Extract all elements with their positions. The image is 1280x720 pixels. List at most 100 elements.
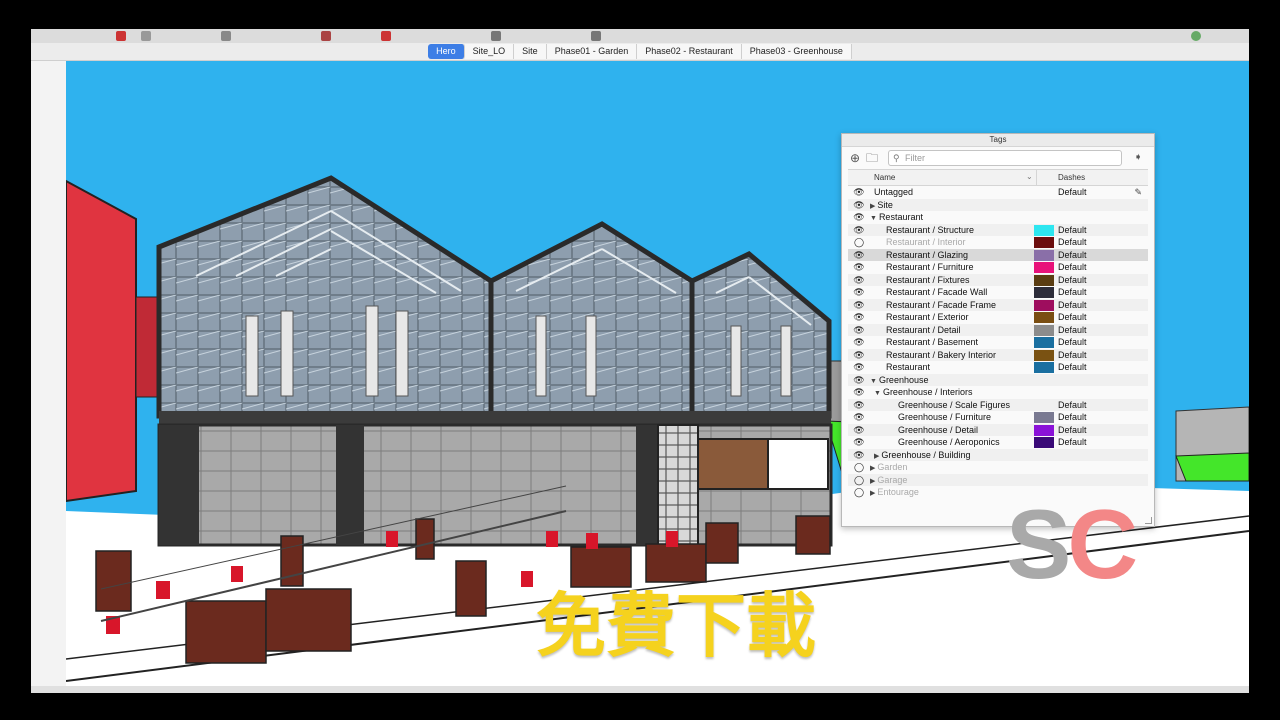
tag-color-swatch[interactable] bbox=[1034, 337, 1054, 348]
eye-closed-icon[interactable]: ◯ bbox=[853, 461, 865, 474]
eye-icon[interactable]: 👁 bbox=[853, 199, 865, 212]
tag-row[interactable]: 👁 ▼ Greenhouse / Interiors bbox=[848, 386, 1148, 399]
tag-color-swatch[interactable] bbox=[1034, 324, 1054, 336]
eye-icon[interactable]: 👁 bbox=[853, 299, 865, 312]
eye-icon[interactable]: 👁 bbox=[853, 374, 865, 387]
eye-closed-icon[interactable]: ◯ bbox=[853, 236, 865, 249]
tag-dash-style[interactable]: Default bbox=[1058, 361, 1087, 374]
eye-icon[interactable]: 👁 bbox=[853, 349, 865, 362]
collapsed-triangle-icon[interactable]: ▶ bbox=[874, 453, 879, 460]
tag-row[interactable]: 👁 Restaurant / Structure Default bbox=[848, 223, 1148, 237]
eye-icon[interactable]: 👁 bbox=[853, 361, 865, 374]
toolbar-button[interactable] bbox=[321, 31, 331, 41]
tag-dash-style[interactable]: Default bbox=[1058, 299, 1087, 312]
tag-dash-style[interactable]: Default bbox=[1058, 324, 1087, 337]
tag-color-swatch[interactable] bbox=[1034, 237, 1054, 248]
add-folder-icon[interactable]: 🗀 bbox=[866, 151, 878, 165]
eye-icon[interactable]: 👁 bbox=[853, 261, 865, 274]
collapsed-triangle-icon[interactable]: ▶ bbox=[870, 490, 875, 497]
tag-row[interactable]: ◯ Restaurant / Interior Default bbox=[848, 236, 1148, 249]
tag-row[interactable]: 👁 ▶ Greenhouse / Building bbox=[848, 448, 1148, 462]
scene-tab-site[interactable]: Site bbox=[514, 44, 547, 59]
toolbar-button[interactable] bbox=[1191, 31, 1201, 41]
filter-input[interactable]: ⚲ Filter bbox=[888, 150, 1122, 166]
pencil-icon[interactable]: ✎ bbox=[1134, 186, 1142, 199]
toolbar-button[interactable] bbox=[491, 31, 501, 41]
tag-row[interactable]: 👁 ▼ Restaurant bbox=[848, 211, 1148, 224]
tag-dash-style[interactable]: Default bbox=[1058, 336, 1087, 349]
tag-dash-style[interactable]: Default bbox=[1058, 399, 1087, 412]
tag-dash-style[interactable]: Default bbox=[1058, 274, 1087, 287]
tag-dash-style[interactable]: Default bbox=[1058, 411, 1087, 424]
scene-tab-phase02-restaurant[interactable]: Phase02 - Restaurant bbox=[637, 44, 742, 59]
eye-icon[interactable]: 👁 bbox=[853, 424, 865, 437]
eye-icon[interactable]: 👁 bbox=[853, 274, 865, 287]
tag-dash-style[interactable]: Default bbox=[1058, 186, 1087, 199]
eye-icon[interactable]: 👁 bbox=[853, 286, 865, 299]
column-dashes[interactable]: Dashes bbox=[1058, 173, 1085, 182]
tag-dash-style[interactable]: Default bbox=[1058, 424, 1087, 437]
resize-grip[interactable] bbox=[1145, 517, 1152, 524]
column-name[interactable]: Name bbox=[874, 173, 895, 182]
details-arrow-icon[interactable]: ➧ bbox=[1134, 151, 1142, 165]
toolbar-button[interactable] bbox=[221, 31, 231, 41]
tag-color-swatch[interactable] bbox=[1034, 424, 1054, 436]
scene-tab-hero[interactable]: Hero bbox=[428, 44, 465, 59]
tag-row[interactable]: 👁 Restaurant / Glazing Default bbox=[848, 248, 1148, 262]
tag-row[interactable]: 👁 Greenhouse / Furniture Default bbox=[848, 411, 1148, 424]
tag-dash-style[interactable]: Default bbox=[1058, 261, 1087, 274]
chevron-down-icon[interactable]: ⌄ bbox=[1026, 172, 1033, 181]
eye-icon[interactable]: 👁 bbox=[853, 311, 865, 324]
tag-row[interactable]: 👁 Untagged Default ✎ bbox=[848, 186, 1148, 199]
tag-row[interactable]: 👁 Restaurant / Furniture Default bbox=[848, 261, 1148, 274]
tag-dash-style[interactable]: Default bbox=[1058, 236, 1087, 249]
eye-icon[interactable]: 👁 bbox=[853, 411, 865, 424]
eye-closed-icon[interactable]: ◯ bbox=[853, 474, 865, 487]
tag-color-swatch[interactable] bbox=[1034, 362, 1054, 373]
tag-dash-style[interactable]: Default bbox=[1058, 311, 1087, 324]
tag-color-swatch[interactable] bbox=[1034, 412, 1054, 423]
toolbar-button[interactable] bbox=[141, 31, 151, 41]
tag-row[interactable]: 👁 Restaurant / Bakery Interior Default bbox=[848, 348, 1148, 362]
eye-icon[interactable]: 👁 bbox=[853, 436, 865, 449]
expanded-triangle-icon[interactable]: ▼ bbox=[870, 378, 877, 385]
collapsed-triangle-icon[interactable]: ▶ bbox=[870, 478, 875, 485]
tag-row[interactable]: ◯ ▶ Garage bbox=[848, 473, 1148, 487]
scene-tab-phase01-garden[interactable]: Phase01 - Garden bbox=[546, 44, 638, 59]
tag-row[interactable]: 👁 Restaurant / Exterior Default bbox=[848, 311, 1148, 324]
tag-color-swatch[interactable] bbox=[1034, 437, 1054, 448]
add-tag-icon[interactable]: ⊕ bbox=[850, 151, 860, 165]
tag-color-swatch[interactable] bbox=[1034, 299, 1054, 311]
tag-dash-style[interactable]: Default bbox=[1058, 286, 1087, 299]
tag-row[interactable]: 👁 Restaurant / Facade Wall Default bbox=[848, 286, 1148, 299]
tag-color-swatch[interactable] bbox=[1034, 274, 1054, 286]
tag-row[interactable]: 👁 Greenhouse / Aeroponics Default bbox=[848, 436, 1148, 449]
eye-icon[interactable]: 👁 bbox=[853, 336, 865, 349]
eye-icon[interactable]: 👁 bbox=[853, 386, 865, 399]
tag-dash-style[interactable]: Default bbox=[1058, 349, 1087, 362]
tag-row[interactable]: 👁 Restaurant / Facade Frame Default bbox=[848, 298, 1148, 312]
eye-icon[interactable]: 👁 bbox=[853, 224, 865, 237]
collapsed-triangle-icon[interactable]: ▶ bbox=[870, 203, 875, 210]
scene-tab-site-lo[interactable]: Site_LO bbox=[464, 44, 515, 59]
toolbar-button[interactable] bbox=[591, 31, 601, 41]
eye-icon[interactable]: 👁 bbox=[853, 449, 865, 462]
toolbar-button[interactable] bbox=[381, 31, 391, 41]
tag-row[interactable]: 👁 Restaurant Default bbox=[848, 361, 1148, 374]
tag-color-swatch[interactable] bbox=[1034, 262, 1054, 273]
expanded-triangle-icon[interactable]: ▼ bbox=[870, 215, 877, 222]
tag-row[interactable]: ◯ ▶ Garden bbox=[848, 461, 1148, 474]
tag-row[interactable]: 👁 Restaurant / Detail Default bbox=[848, 323, 1148, 337]
eye-icon[interactable]: 👁 bbox=[853, 211, 865, 224]
tag-row[interactable]: 👁 ▼ Greenhouse bbox=[848, 373, 1148, 387]
collapsed-triangle-icon[interactable]: ▶ bbox=[870, 465, 875, 472]
tag-row[interactable]: 👁 Restaurant / Basement Default bbox=[848, 336, 1148, 349]
tag-color-swatch[interactable] bbox=[1034, 312, 1054, 323]
toolbar-button[interactable] bbox=[116, 31, 126, 41]
tag-dash-style[interactable]: Default bbox=[1058, 436, 1087, 449]
scene-tab-phase03-greenhouse[interactable]: Phase03 - Greenhouse bbox=[741, 44, 852, 59]
eye-icon[interactable]: 👁 bbox=[853, 249, 865, 262]
tag-row[interactable]: 👁 ▶ Site bbox=[848, 198, 1148, 212]
tag-row[interactable]: 👁 Greenhouse / Detail Default bbox=[848, 423, 1148, 437]
tag-color-swatch[interactable] bbox=[1034, 349, 1054, 361]
